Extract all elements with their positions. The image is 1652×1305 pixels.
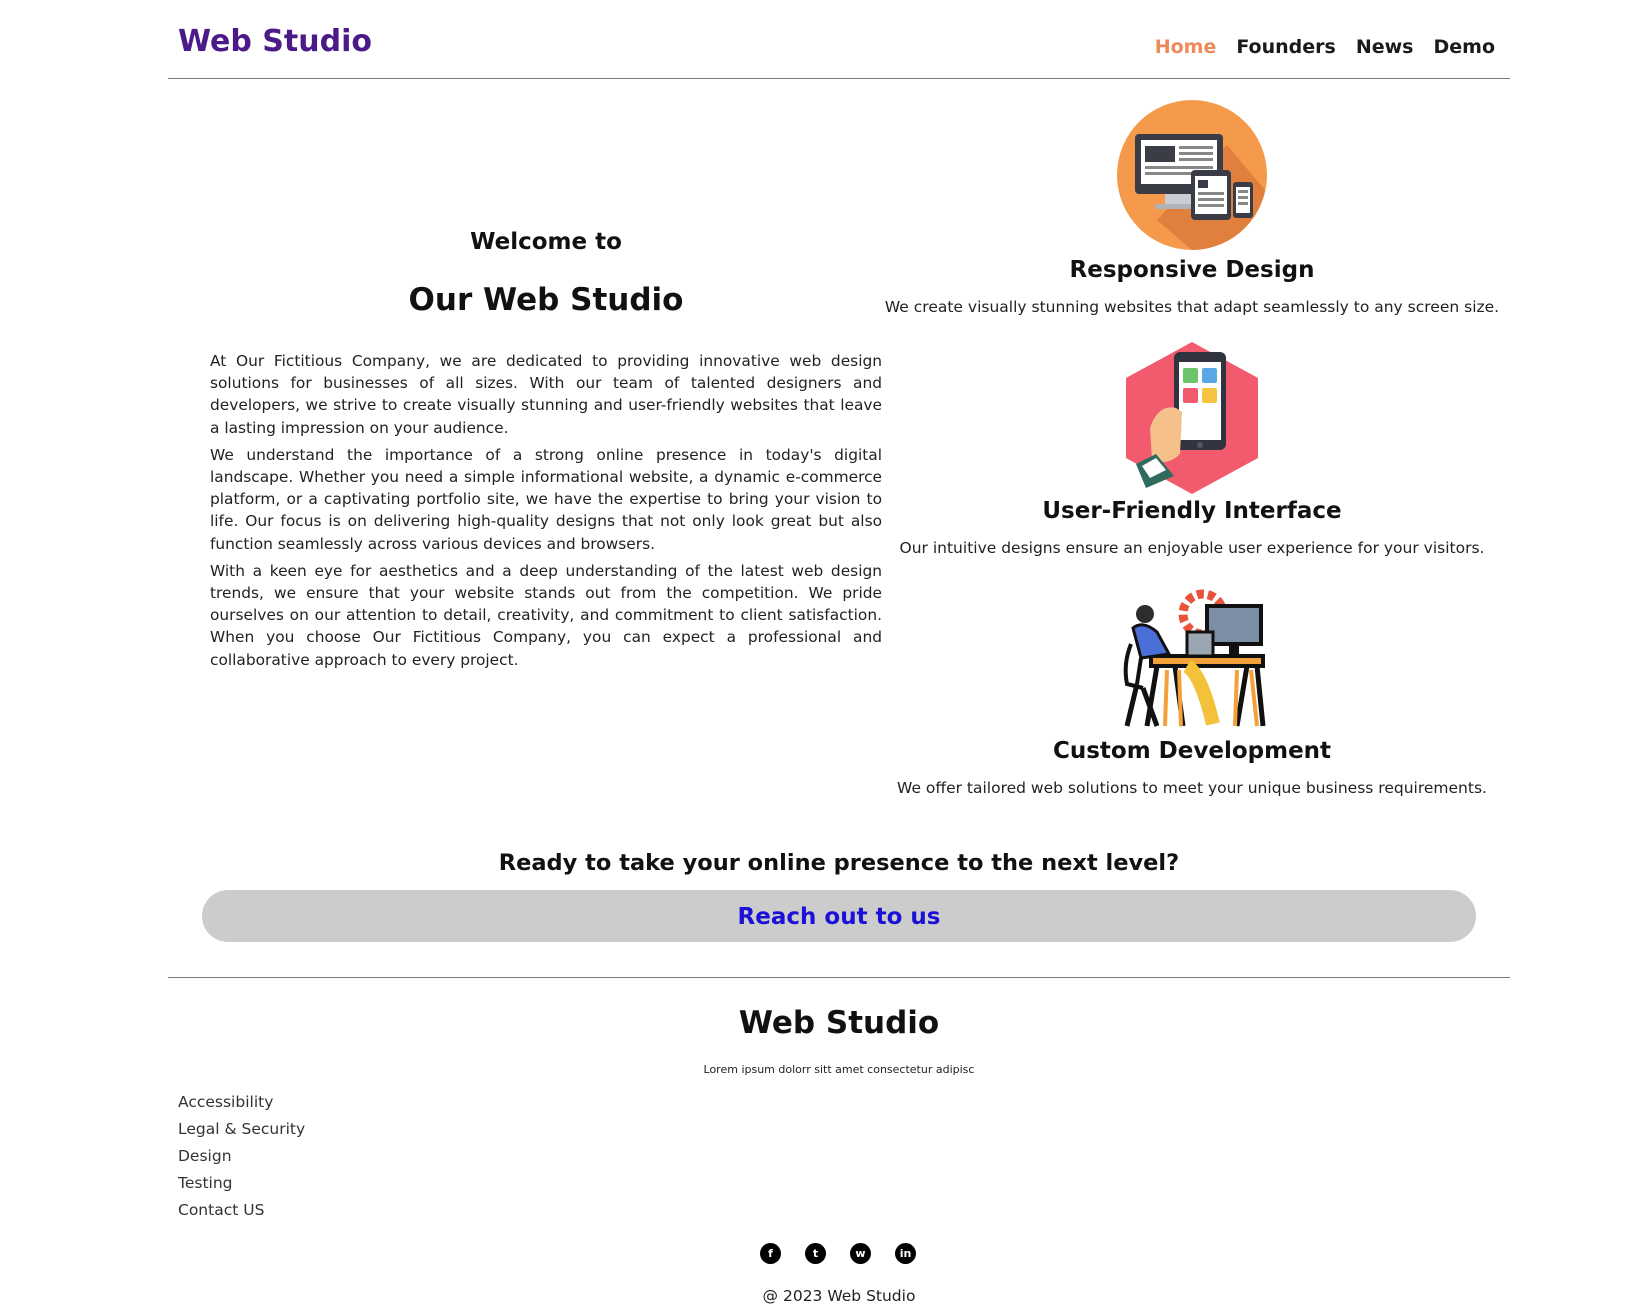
nav-home[interactable]: Home <box>1155 36 1217 58</box>
feature-title: Responsive Design <box>1069 257 1315 283</box>
footer-link-item: Testing <box>178 1174 305 1201</box>
site-header: Web Studio Home Founders News Demo <box>168 0 1510 79</box>
intro-paragraph: At Our Fictitious Company, we are dedica… <box>210 352 882 437</box>
facebook-icon[interactable]: f <box>760 1243 781 1264</box>
footer-link-legal-security[interactable]: Legal & Security <box>178 1120 305 1138</box>
brand-logo[interactable]: Web Studio <box>178 24 372 59</box>
footer-brand: Web Studio <box>738 1005 940 1041</box>
footer-link-design[interactable]: Design <box>178 1147 232 1165</box>
footer-link-item: Contact US <box>178 1201 305 1228</box>
social-links: f t w in <box>760 1243 916 1264</box>
feature-user-friendly-interface: User-Friendly Interface Our intuitive de… <box>882 342 1502 562</box>
intro-paragraph: We understand the importance of a strong… <box>210 445 882 553</box>
developer-desk-icon <box>1117 584 1267 732</box>
feature-title: Custom Development <box>1052 738 1332 764</box>
twitter-icon[interactable]: t <box>805 1243 826 1264</box>
feature-description: We offer tailored web solutions to meet … <box>897 779 1487 797</box>
nav-news[interactable]: News <box>1356 36 1414 58</box>
welcome-subtitle: Welcome to <box>470 229 622 255</box>
footer-link-item: Accessibility <box>178 1093 305 1120</box>
feature-responsive-design: Responsive Design We create visually stu… <box>882 100 1502 320</box>
intro-paragraph: With a keen eye for aesthetics and a dee… <box>210 561 882 669</box>
copyright: @ 2023 Web Studio <box>762 1287 916 1305</box>
responsive-devices-icon <box>1117 100 1267 254</box>
main-nav: Home Founders News Demo <box>1155 36 1495 58</box>
feature-title: User-Friendly Interface <box>1042 498 1342 524</box>
footer-link-item: Design <box>178 1147 305 1174</box>
intro-text: At Our Fictitious Company, we are dedica… <box>210 350 882 676</box>
nav-founders[interactable]: Founders <box>1236 36 1335 58</box>
welcome-title: Our Web Studio <box>408 282 684 318</box>
footer-link-accessibility[interactable]: Accessibility <box>178 1093 273 1111</box>
nav-demo[interactable]: Demo <box>1433 36 1495 58</box>
footer-link-item: Legal & Security <box>178 1120 305 1147</box>
linkedin-icon[interactable]: in <box>895 1243 916 1264</box>
footer-links: Accessibility Legal & Security Design Te… <box>178 1093 305 1228</box>
footer-link-testing[interactable]: Testing <box>178 1174 233 1192</box>
footer-link-contact[interactable]: Contact US <box>178 1201 264 1219</box>
footer-divider <box>168 977 1510 978</box>
footer-tagline: Lorem ipsum dolorr sitt amet consectetur… <box>703 1063 975 1076</box>
feature-custom-development: Custom Development We offer tailored web… <box>882 584 1502 804</box>
smartphone-apps-icon <box>1122 342 1262 498</box>
feature-description: Our intuitive designs ensure an enjoyabl… <box>899 539 1485 557</box>
cta-heading: Ready to take your online presence to th… <box>498 850 1180 876</box>
feature-description: We create visually stunning websites tha… <box>884 298 1500 316</box>
whatsapp-icon[interactable]: w <box>850 1243 871 1264</box>
reach-out-button[interactable]: Reach out to us <box>202 890 1476 942</box>
